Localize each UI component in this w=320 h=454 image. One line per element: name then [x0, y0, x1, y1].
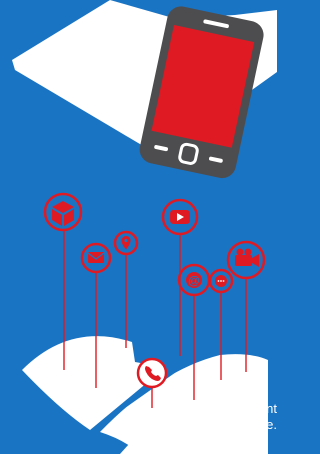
illustration-canvas: @ nt e.	[0, 0, 277, 454]
mail-icon	[80, 242, 112, 274]
box-icon	[43, 192, 83, 232]
video-camera-icon	[226, 240, 266, 280]
location-pin-icon	[113, 230, 139, 256]
youtube-play-icon	[161, 198, 199, 236]
illustration-art: @	[12, 0, 277, 454]
phone-icon	[136, 357, 168, 389]
at-sign-icon: @	[177, 263, 211, 297]
caption-line-2-text: e.	[266, 417, 277, 432]
caption-line-1-text: nt	[266, 401, 277, 416]
svg-text:@: @	[188, 274, 200, 288]
bottom-book	[22, 336, 268, 454]
chat-bubble-icon	[208, 268, 234, 294]
